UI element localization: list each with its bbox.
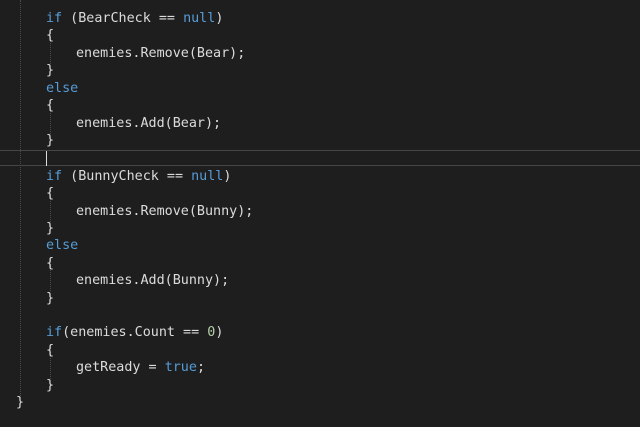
indent-guide [20,0,21,398]
code-line-add-bunny[interactable]: enemies.Add(Bunny); [76,272,229,289]
keyword-token: else [46,238,79,253]
code-token: } [46,133,55,148]
code-token: { [46,28,55,43]
code-line-close-brace[interactable]: } [46,132,54,149]
code-token: ) [215,325,224,340]
code-token: } [46,221,55,236]
keyword-token: true [164,360,197,375]
code-line-add-bear[interactable]: enemies.Add(Bear); [76,115,221,132]
code-token: enemies.Remove(Bunny); [76,204,254,219]
keyword-token: null [191,169,224,184]
code-token: } [46,63,55,78]
code-line-method-close-brace[interactable]: } [16,394,24,411]
code-line-open-brace[interactable]: { [46,97,54,114]
code-token: } [46,291,55,306]
code-token: { [46,186,55,201]
code-line-close-brace[interactable]: } [46,220,54,237]
code-token: (BearCheck == [62,11,184,26]
code-line-close-brace[interactable]: } [46,62,54,79]
code-line-close-brace[interactable]: } [46,290,54,307]
text-cursor [46,151,47,166]
code-token: { [46,256,55,271]
code-line-open-brace[interactable]: { [46,342,54,359]
code-token: (BunnyCheck == [62,169,192,184]
code-line-open-brace[interactable]: { [46,27,54,44]
code-line-else[interactable]: else [46,80,78,97]
keyword-token: null [183,11,216,26]
code-token: ) [215,11,224,26]
code-editor[interactable]: if (BearCheck == null) { enemies.Remove(… [0,0,640,427]
keyword-token: if [46,11,63,26]
code-line-remove-bear[interactable]: enemies.Remove(Bear); [76,45,245,62]
code-token: ) [223,169,232,184]
code-line-if-count[interactable]: if(enemies.Count == 0) [46,324,223,341]
code-line-remove-bunny[interactable]: enemies.Remove(Bunny); [76,203,253,220]
code-line-else[interactable]: else [46,237,78,254]
code-token: enemies.Remove(Bear); [76,46,246,61]
code-token: enemies.Add(Bunny); [76,273,230,288]
keyword-token: if [46,169,63,184]
code-token: { [46,343,55,358]
code-line-if-bearcheck[interactable]: if (BearCheck == null) [46,10,223,27]
keyword-token: else [46,81,79,96]
code-token: (enemies.Count == [62,325,208,340]
code-token: ; [196,360,205,375]
current-line-highlight [0,150,640,166]
code-line-close-brace[interactable]: } [46,377,54,394]
code-token: { [46,98,55,113]
code-token: getReady = [76,360,165,375]
code-line-if-bunnycheck[interactable]: if (BunnyCheck == null) [46,168,231,185]
code-token: enemies.Add(Bear); [76,116,222,131]
keyword-token: if [46,325,63,340]
code-line-open-brace[interactable]: { [46,255,54,272]
code-token: } [46,378,55,393]
code-line-open-brace[interactable]: { [46,185,54,202]
code-token: } [16,395,25,410]
code-line-getready[interactable]: getReady = true; [76,359,205,376]
